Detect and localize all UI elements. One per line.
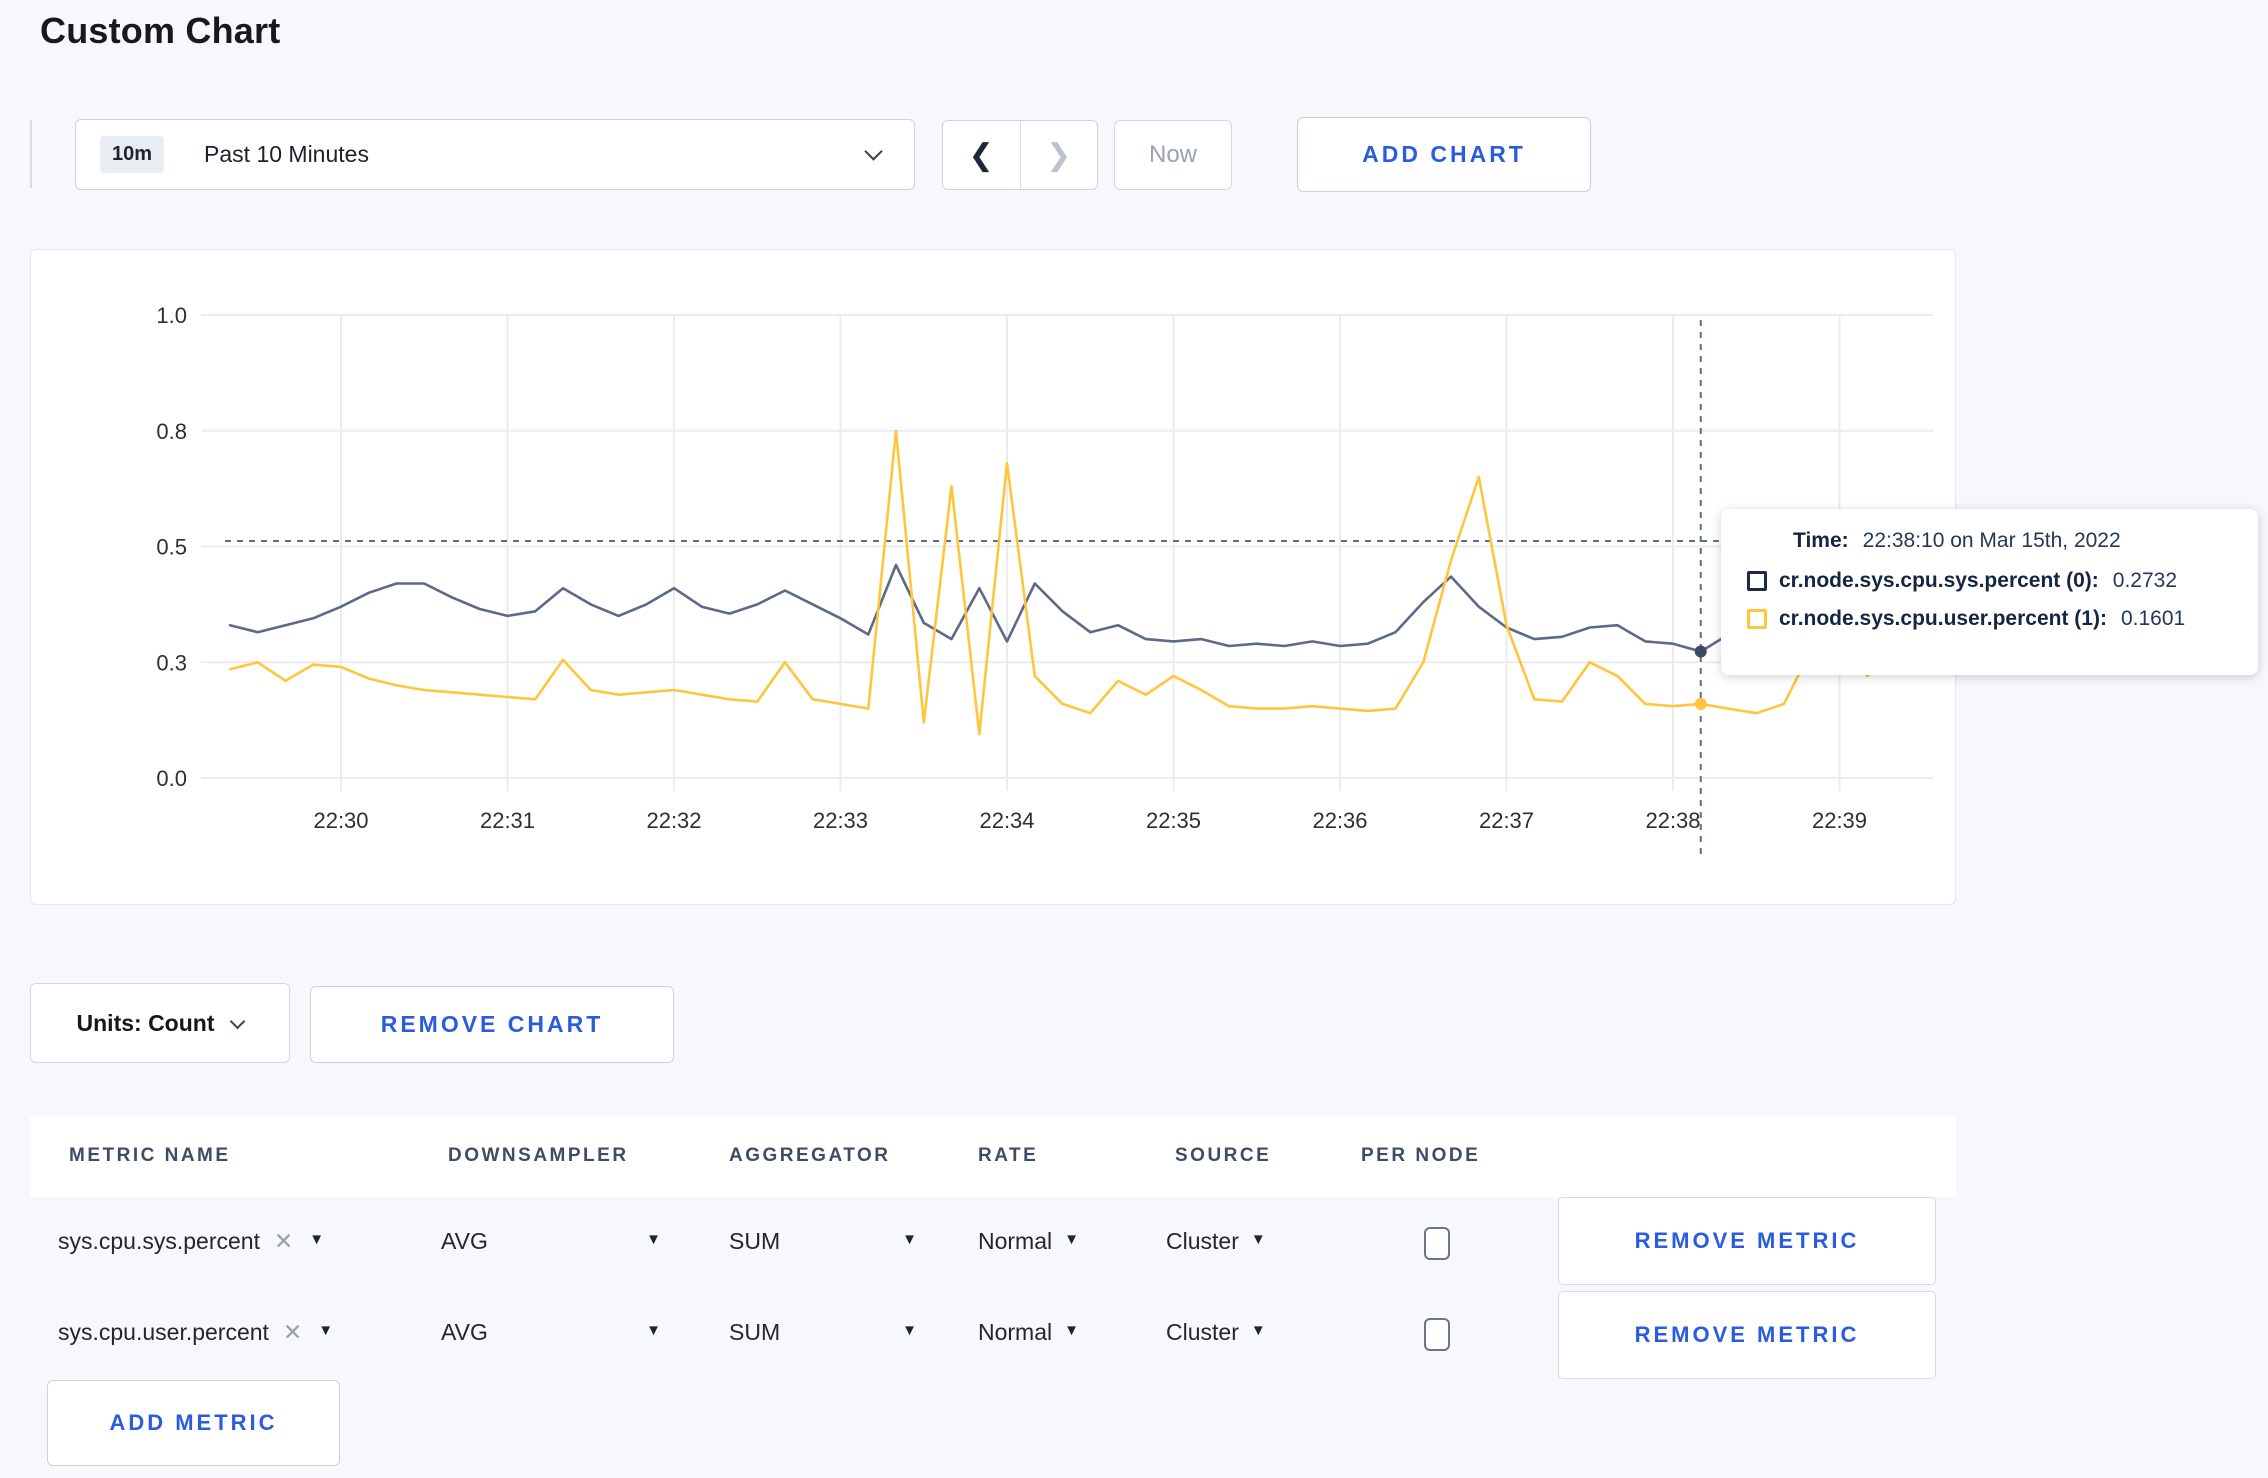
svg-text:22:32: 22:32 xyxy=(646,808,701,833)
tooltip-series-value: 0.2732 xyxy=(2112,569,2178,592)
svg-text:0.3: 0.3 xyxy=(156,650,187,675)
caret-down-icon: ▼ xyxy=(1064,1231,1079,1248)
units-label: Units: Count xyxy=(76,1009,215,1036)
line-chart[interactable]: 0.0 0.3 0.5 0.8 1.0 22:30 22:31 22:32 22:33 22:34… xyxy=(31,250,1957,906)
clear-metric-icon[interactable]: ✕ xyxy=(283,1319,302,1346)
col-header-downsampler: DOWNSAMPLER xyxy=(448,1145,629,1166)
metric-name-select[interactable]: sys.cpu.user.percent ✕ ▼ xyxy=(58,1319,333,1346)
time-forward-button[interactable]: ❯ xyxy=(1021,121,1098,189)
chevron-down-icon xyxy=(230,1013,246,1029)
page-title: Custom Chart xyxy=(40,10,281,51)
svg-text:0.5: 0.5 xyxy=(156,535,187,560)
svg-text:22:30: 22:30 xyxy=(313,808,368,833)
caret-down-icon: ▼ xyxy=(318,1322,334,1339)
add-metric-button[interactable]: ADD METRIC xyxy=(47,1380,340,1466)
add-chart-button[interactable]: ADD CHART xyxy=(1297,117,1591,192)
downsampler-select[interactable]: AVG ▼ xyxy=(441,1319,661,1346)
time-range-label: Past 10 Minutes xyxy=(204,141,369,167)
svg-text:22:39: 22:39 xyxy=(1812,808,1867,833)
tooltip-series-label: cr.node.sys.cpu.sys.percent (0): xyxy=(1779,569,2099,592)
caret-down-icon: ▼ xyxy=(309,1231,325,1248)
svg-text:22:35: 22:35 xyxy=(1146,808,1201,833)
time-back-button[interactable]: ❮ xyxy=(943,121,1021,189)
rate-select[interactable]: Normal ▼ xyxy=(978,1319,1079,1346)
tooltip-series-value: 0.1601 xyxy=(2120,607,2186,630)
chevron-down-icon xyxy=(864,142,883,161)
per-node-checkbox[interactable] xyxy=(1424,1227,1450,1260)
col-header-source: SOURCE xyxy=(1175,1145,1272,1166)
svg-text:22:37: 22:37 xyxy=(1479,808,1534,833)
series-swatch-user-icon xyxy=(1747,609,1767,629)
svg-text:22:31: 22:31 xyxy=(480,808,535,833)
time-range-select[interactable]: 10m Past 10 Minutes xyxy=(75,119,915,190)
svg-text:0.8: 0.8 xyxy=(156,419,187,444)
caret-down-icon: ▼ xyxy=(1064,1322,1079,1339)
caret-down-icon: ▼ xyxy=(1250,1322,1266,1339)
svg-text:22:34: 22:34 xyxy=(979,808,1034,833)
metrics-table-header: METRIC NAME DOWNSAMPLER AGGREGATOR RATE … xyxy=(30,1117,1956,1197)
downsampler-select[interactable]: AVG ▼ xyxy=(441,1228,661,1255)
per-node-checkbox[interactable] xyxy=(1424,1318,1450,1351)
caret-down-icon: ▼ xyxy=(646,1322,661,1339)
svg-text:22:38: 22:38 xyxy=(1645,808,1700,833)
source-select[interactable]: Cluster ▼ xyxy=(1166,1228,1266,1255)
col-header-per-node: PER NODE xyxy=(1361,1145,1481,1166)
chevron-left-icon: ❮ xyxy=(968,138,994,172)
svg-text:0.0: 0.0 xyxy=(156,766,187,791)
chart-panel: 0.0 0.3 0.5 0.8 1.0 22:30 22:31 22:32 22:33 22:34… xyxy=(30,249,1956,905)
svg-text:22:33: 22:33 xyxy=(813,808,868,833)
time-range-badge: 10m xyxy=(100,136,165,173)
metric-name-select[interactable]: sys.cpu.sys.percent ✕ ▼ xyxy=(58,1228,324,1255)
col-header-rate: RATE xyxy=(978,1145,1039,1166)
toolbar-left-divider xyxy=(30,120,32,188)
col-header-aggregator: AGGREGATOR xyxy=(729,1145,891,1166)
caret-down-icon: ▼ xyxy=(902,1322,917,1339)
clear-metric-icon[interactable]: ✕ xyxy=(274,1228,293,1255)
aggregator-select[interactable]: SUM ▼ xyxy=(729,1228,917,1255)
rate-select[interactable]: Normal ▼ xyxy=(978,1228,1079,1255)
tooltip-time-value: 22:38:10 on Mar 15th, 2022 xyxy=(1862,529,2121,552)
units-select[interactable]: Units: Count xyxy=(30,983,290,1063)
caret-down-icon: ▼ xyxy=(902,1231,917,1248)
tooltip-series-label: cr.node.sys.cpu.user.percent (1): xyxy=(1779,607,2107,630)
aggregator-select[interactable]: SUM ▼ xyxy=(729,1319,917,1346)
chart-tooltip: Time: 22:38:10 on Mar 15th, 2022 cr.node… xyxy=(1721,509,2258,675)
tooltip-time-label: Time: xyxy=(1793,529,1849,552)
source-select[interactable]: Cluster ▼ xyxy=(1166,1319,1266,1346)
custom-chart-page: Custom Chart 10m Past 10 Minutes ❮ ❯ Now… xyxy=(0,0,2268,1478)
remove-metric-button[interactable]: REMOVE METRIC xyxy=(1558,1291,1936,1379)
svg-text:22:36: 22:36 xyxy=(1312,808,1367,833)
svg-text:1.0: 1.0 xyxy=(156,303,187,328)
remove-metric-button[interactable]: REMOVE METRIC xyxy=(1558,1197,1936,1285)
time-nav-group: ❮ ❯ xyxy=(942,120,1098,190)
series-swatch-sys-icon xyxy=(1747,571,1767,591)
col-header-metric-name: METRIC NAME xyxy=(69,1145,231,1166)
caret-down-icon: ▼ xyxy=(646,1231,661,1248)
remove-chart-button[interactable]: REMOVE CHART xyxy=(310,986,674,1063)
now-button[interactable]: Now xyxy=(1114,120,1232,190)
caret-down-icon: ▼ xyxy=(1250,1231,1266,1248)
chevron-right-icon: ❯ xyxy=(1046,138,1072,172)
